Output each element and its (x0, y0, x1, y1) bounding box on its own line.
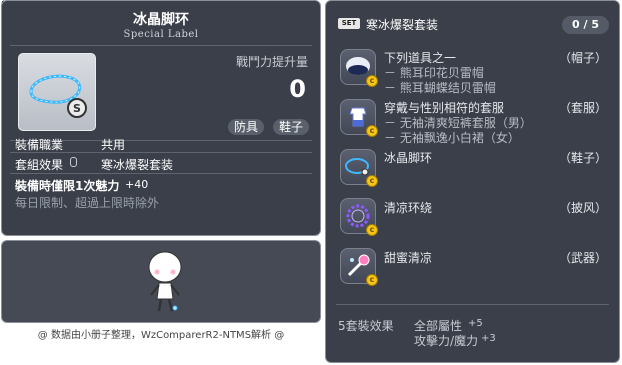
set-item-name: 清凉环绕 (384, 201, 433, 215)
bonus-value: +40 (125, 178, 149, 191)
item-tooltip-panel: 冰晶脚环 Special Label S 戰鬥力提升量 0 防具 鞋子 裝備職業… (1, 0, 321, 236)
job-value: 共用 (101, 138, 126, 152)
bonus-text: 裝備時僅限1次魅力 (15, 179, 120, 193)
set-item-slot: （披风） (558, 201, 607, 215)
footer-credit: @ 数据由小册子整理，WzComparerR2-NTMS解析 @ (37, 330, 285, 341)
set-item-icon: c (340, 99, 378, 137)
set-item-icon: c (340, 49, 378, 87)
set-effect-stat: 攻擊力/魔力 (414, 334, 479, 348)
set-item-slot: （武器） (558, 251, 607, 265)
set-effect-count-label: 5套裝效果 (338, 319, 394, 333)
set-item-slot: （帽子） (558, 51, 607, 65)
set-name: 寒冰爆裂套装 (366, 18, 439, 32)
set-effect-value: +3 (481, 333, 496, 344)
mouse-icon (70, 157, 77, 167)
tag-shoes: 鞋子 (273, 119, 310, 135)
set-effect-label: 套組效果 (15, 158, 64, 172)
set-item-icon: c (340, 248, 378, 286)
divider (10, 173, 312, 174)
set-badge: SET (338, 18, 360, 29)
set-info-panel: SET 寒冰爆裂套装 0 / 5 c 下列道具之一 （帽子） － 熊耳印花贝雷帽… (325, 0, 620, 363)
tag-armor: 防具 (228, 119, 265, 135)
job-label: 裝備職業 (15, 138, 64, 152)
set-item-slot: （鞋子） (558, 151, 607, 165)
anklet-icon: S (29, 74, 87, 118)
coin-icon: c (366, 75, 378, 87)
divider (336, 304, 609, 305)
set-item-name: 冰晶脚环 (384, 151, 433, 165)
coin-icon: c (366, 175, 378, 187)
item-icon-frame: S (18, 53, 96, 131)
power-label: 戰鬥力提升量 (235, 55, 308, 69)
coin-icon: c (366, 274, 378, 286)
coin-icon: c (366, 125, 378, 137)
set-item-name: 甜蜜清凉 (384, 251, 433, 265)
set-item-option: － 无袖飘逸小白裙（女） (384, 131, 520, 145)
divider (10, 152, 312, 153)
item-name: 冰晶脚环 (133, 12, 189, 28)
set-count-badge: 0 / 5 (562, 16, 609, 34)
set-effect-value: +5 (468, 318, 483, 329)
item-label: Special Label (123, 29, 199, 40)
character-avatar (148, 251, 182, 312)
set-effect-value: 寒冰爆裂套装 (101, 158, 174, 172)
limit-text: 每日限制、超過上限時除外 (15, 196, 160, 210)
svg-text:S: S (73, 102, 81, 115)
divider (10, 45, 312, 46)
set-item-icon: c (340, 198, 378, 236)
set-item-option: － 熊耳蝴蝶结贝雷帽 (384, 81, 496, 95)
set-item-slot: （套服） (558, 101, 607, 115)
character-preview-panel (1, 240, 321, 323)
coin-icon: c (366, 224, 378, 236)
set-item-icon: c (340, 149, 378, 187)
power-value: 0 (289, 75, 306, 103)
